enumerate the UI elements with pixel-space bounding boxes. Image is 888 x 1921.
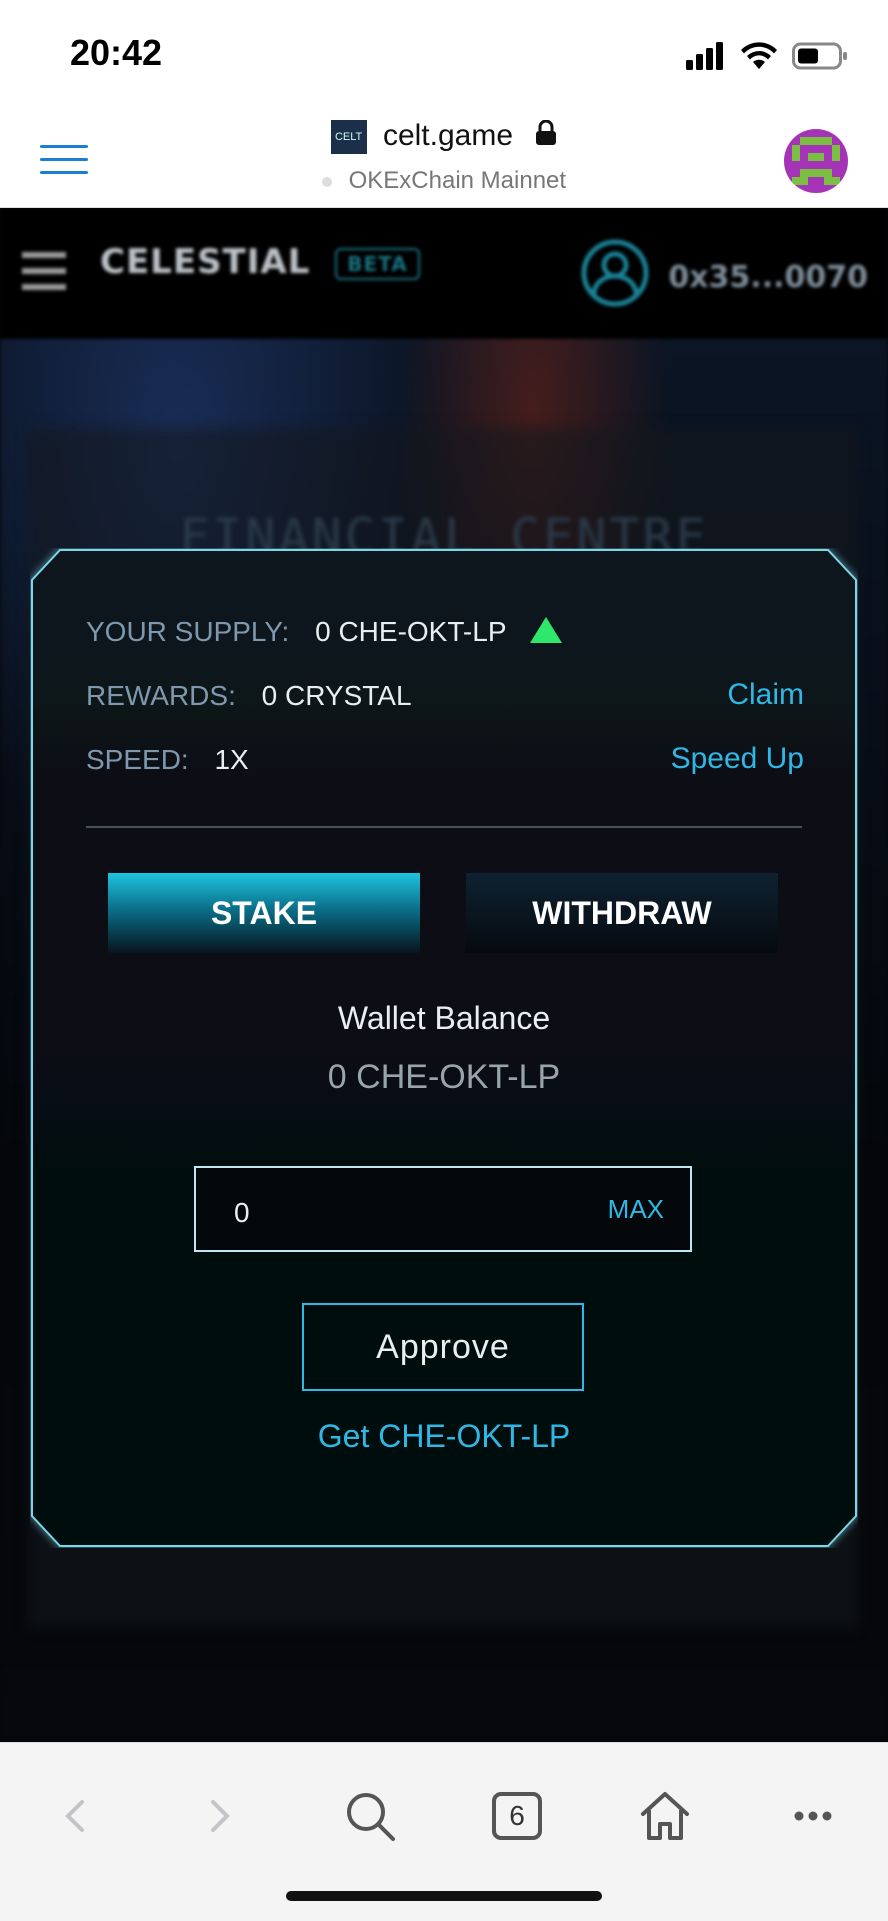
lock-icon <box>535 119 557 154</box>
wifi-icon <box>740 42 778 74</box>
network-name: OKExChain Mainnet <box>348 167 567 194</box>
home-indicator <box>286 1891 602 1901</box>
get-lp-link[interactable]: Get CHE-OKT-LP <box>30 1418 858 1455</box>
network-status-dot <box>321 176 332 187</box>
supply-value: 0 CHE-OKT-LP <box>315 616 506 647</box>
status-icons <box>686 40 848 76</box>
more-icon[interactable] <box>778 1781 848 1851</box>
account-button[interactable]: 0x35...0070 <box>580 238 868 316</box>
network-label: OKExChain Mainnet <box>0 167 888 195</box>
rewards-row: REWARDS: 0 CRYSTAL <box>86 680 412 712</box>
search-icon[interactable] <box>335 1781 405 1851</box>
game-logo: CELESTIAL BETA <box>100 242 420 282</box>
game-menu-icon[interactable] <box>22 252 66 300</box>
tabs-icon[interactable]: 6 <box>482 1781 552 1851</box>
site-title: celt.game <box>382 119 514 152</box>
browser-toolbar: 6 <box>0 1742 888 1921</box>
claim-button[interactable]: Claim <box>727 678 804 712</box>
browser-header: CELT celt.game OKExChain Mainnet <box>0 105 888 208</box>
beta-badge: BETA <box>335 247 420 280</box>
trend-up-icon <box>529 617 562 643</box>
wallet-balance-label: Wallet Balance <box>337 1000 551 1036</box>
cellular-signal-icon <box>686 42 726 74</box>
amount-field: MAX <box>194 1166 692 1252</box>
account-address: 0x35...0070 <box>668 259 868 295</box>
speed-row: SPEED: 1X <box>86 744 249 776</box>
rewards-value: 0 CRYSTAL <box>261 680 412 711</box>
supply-label: YOUR SUPPLY: <box>86 616 290 647</box>
approve-button[interactable]: Approve <box>302 1303 584 1391</box>
staking-modal: YOUR SUPPLY: 0 CHE-OKT-LP REWARDS: 0 CRY… <box>30 548 858 1548</box>
game-nav-bar: CELESTIAL BETA 0x35...0070 <box>0 208 888 338</box>
supply-row: YOUR SUPPLY: 0 CHE-OKT-LP <box>86 616 562 648</box>
game-logo-text: CELESTIAL <box>100 242 311 282</box>
status-bar: 20:42 <box>0 0 888 105</box>
rewards-label: REWARDS: <box>86 680 236 711</box>
wallet-balance-value: 0 CHE-OKT-LP <box>327 1058 561 1096</box>
home-icon[interactable] <box>630 1781 700 1851</box>
user-icon <box>580 238 650 316</box>
speed-value: 1X <box>214 744 249 775</box>
tab-withdraw[interactable]: WITHDRAW <box>466 873 778 953</box>
speed-up-button[interactable]: Speed Up <box>671 742 804 776</box>
battery-icon <box>792 42 848 74</box>
site-title-bar: CELT celt.game <box>0 119 888 155</box>
forward-icon[interactable] <box>185 1781 255 1851</box>
wallet-avatar[interactable] <box>784 129 848 193</box>
divider <box>86 826 802 828</box>
back-icon[interactable] <box>40 1781 110 1851</box>
speed-label: SPEED: <box>86 744 189 775</box>
amount-input[interactable] <box>232 1192 566 1234</box>
tab-stake[interactable]: STAKE <box>108 873 420 953</box>
max-button[interactable]: MAX <box>608 1194 664 1225</box>
status-time: 20:42 <box>70 32 163 73</box>
tabs-count: 6 <box>492 1792 542 1840</box>
site-favicon: CELT <box>330 120 367 155</box>
